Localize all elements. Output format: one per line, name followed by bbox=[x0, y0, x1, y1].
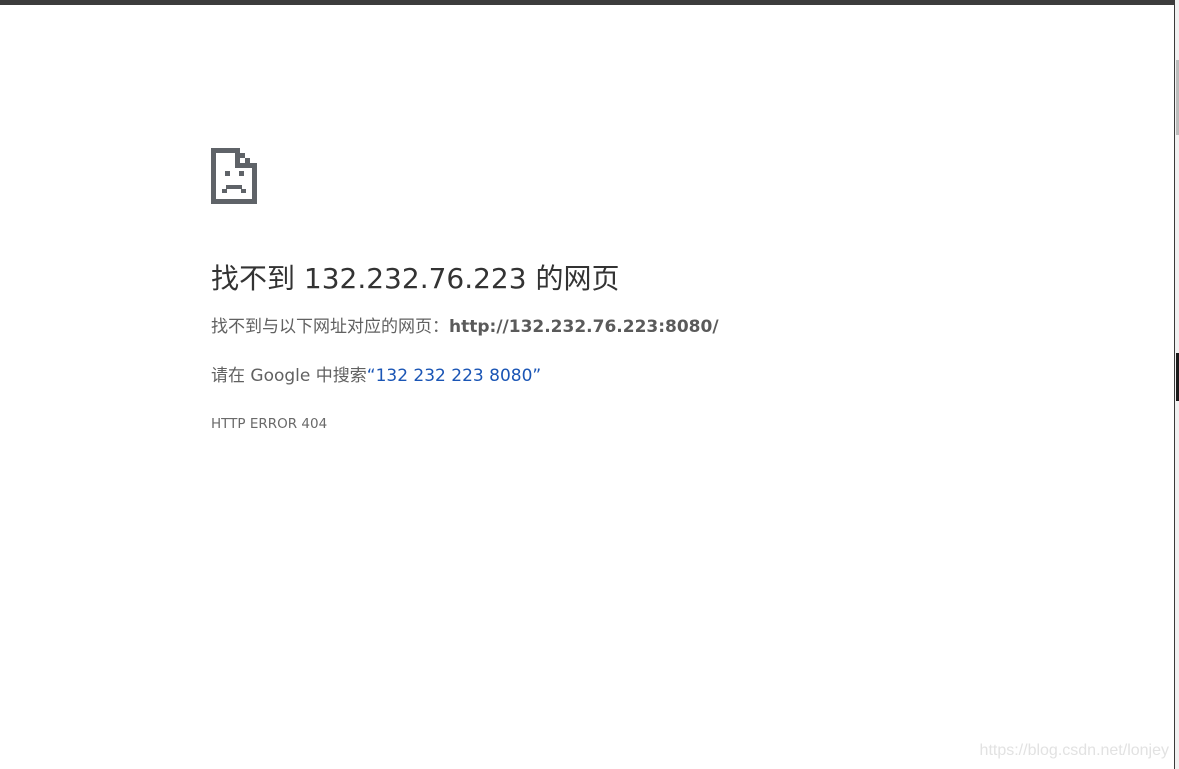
page-title: 找不到 132.232.76.223 的网页 bbox=[211, 262, 620, 295]
error-page-content: 找不到 132.232.76.223 的网页 找不到与以下网址对应的网页：htt… bbox=[211, 148, 1111, 433]
search-suggestion: 请在 Google 中搜索“132 232 223 8080” bbox=[211, 365, 1111, 387]
window-top-edge bbox=[0, 0, 1179, 5]
watermark: https://blog.csdn.net/lonjey bbox=[979, 742, 1169, 759]
search-suggestion-prefix: 请在 Google 中搜索 bbox=[211, 366, 367, 386]
url-message: 找不到与以下网址对应的网页：http://132.232.76.223:8080… bbox=[211, 316, 1111, 338]
search-query: 132 232 223 8080 bbox=[375, 366, 533, 386]
sad-file-icon bbox=[211, 148, 1111, 204]
url-message-prefix: 找不到与以下网址对应的网页： bbox=[211, 317, 449, 337]
error-code: HTTP ERROR 404 bbox=[211, 416, 328, 432]
open-quote: “ bbox=[366, 366, 376, 386]
scrollbar[interactable] bbox=[1174, 0, 1179, 769]
requested-url: http://132.232.76.223:8080/ bbox=[449, 317, 719, 337]
close-quote: ” bbox=[532, 366, 542, 386]
google-search-link[interactable]: “132 232 223 8080” bbox=[367, 366, 541, 386]
